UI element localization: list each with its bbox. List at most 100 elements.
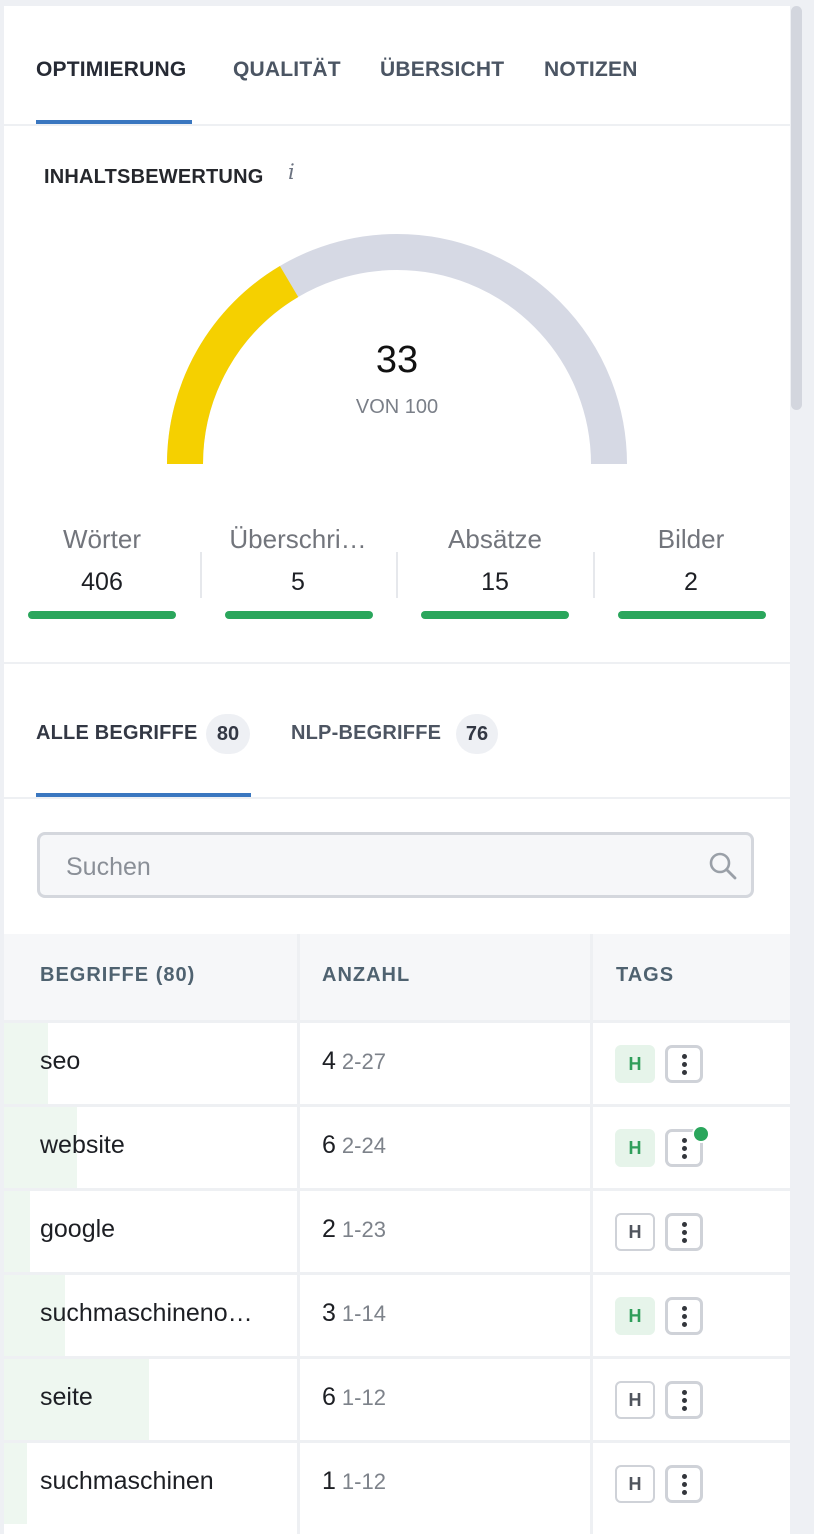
optimization-panel: OPTIMIERUNG QUALITÄT ÜBERSICHT NOTIZEN I… [4, 6, 790, 1534]
table-header: BEGRIFFE (80) ANZAHL TAGS [4, 934, 790, 1020]
term-target-range: 1-12 [341, 1385, 386, 1410]
more-dot [682, 1238, 687, 1243]
nlp-terms-count-badge: 76 [456, 714, 498, 754]
tab-qualitaet[interactable]: QUALITÄT [233, 58, 341, 82]
term-count-value: 3 [322, 1299, 336, 1327]
term-count: 6 1-12 [322, 1383, 386, 1412]
search-input[interactable] [64, 847, 668, 887]
term-target-range: 1-14 [341, 1301, 386, 1326]
term-progress-fill [4, 1443, 27, 1524]
stats-divider [4, 662, 790, 664]
more-dot [682, 1054, 687, 1059]
content-score-title: INHALTSBEWERTUNG [44, 166, 264, 188]
term-progress-fill [4, 1191, 30, 1272]
gauge-fill [167, 266, 299, 465]
scrollbar[interactable] [791, 6, 802, 410]
heading-tag[interactable]: H [615, 1465, 655, 1503]
term-label: website [40, 1131, 125, 1159]
more-dot [682, 1314, 687, 1319]
term-count: 1 1-12 [322, 1467, 386, 1496]
column-divider [297, 934, 300, 1534]
subtabs-divider [4, 797, 790, 799]
stat-label-paragraphs: Absätze [448, 524, 542, 554]
more-dot [682, 1322, 687, 1327]
column-divider [590, 934, 593, 1534]
term-label: seite [40, 1383, 93, 1411]
table-row[interactable]: google 2 1-23 H [4, 1188, 790, 1272]
table-row[interactable]: suchmaschinen 1 1-12 H [4, 1440, 790, 1524]
stat-value-words: 406 [81, 568, 123, 596]
stat-bar-headings [225, 611, 373, 619]
term-label: suchmaschineno… [40, 1299, 253, 1327]
table-row[interactable]: suchmaschineno… 3 1-14 H [4, 1272, 790, 1356]
more-dot [682, 1482, 687, 1487]
header-tags: TAGS [616, 964, 675, 986]
more-dot [682, 1138, 687, 1143]
stat-value-paragraphs: 15 [481, 568, 509, 596]
stat-label-headings: Überschri… [229, 524, 367, 554]
tab-optimierung[interactable]: OPTIMIERUNG [36, 58, 186, 82]
stat-value-images: 2 [684, 568, 698, 596]
tab-all-terms[interactable]: ALLE BEGRIFFE [36, 722, 198, 745]
header-terms[interactable]: BEGRIFFE (80) [40, 964, 195, 987]
more-options-icon[interactable] [665, 1045, 703, 1083]
term-count: 4 2-27 [322, 1047, 386, 1076]
term-label: google [40, 1215, 116, 1243]
term-target-range: 1-12 [341, 1469, 386, 1494]
stat-bar-words [28, 611, 176, 619]
more-dot [682, 1398, 687, 1403]
score-value: 33 [375, 339, 419, 381]
search-icon[interactable] [708, 851, 738, 881]
more-options-icon[interactable] [665, 1297, 703, 1335]
term-label: seo [40, 1047, 81, 1075]
stat-bar-paragraphs [421, 611, 569, 619]
term-count: 3 1-14 [322, 1299, 386, 1328]
term-target-range: 1-23 [341, 1217, 386, 1242]
header-count[interactable]: ANZAHL [322, 964, 410, 987]
term-count-value: 1 [322, 1467, 336, 1495]
more-dot [682, 1490, 687, 1495]
stat-value-headings: 5 [291, 568, 305, 596]
heading-tag[interactable]: H [615, 1297, 655, 1335]
tabs-divider [4, 124, 790, 126]
more-dot [682, 1390, 687, 1395]
heading-tag[interactable]: H [615, 1045, 655, 1083]
term-count-value: 4 [322, 1047, 336, 1075]
stat-divider [396, 552, 398, 598]
tab-nlp-terms[interactable]: NLP-BEGRIFFE [291, 722, 441, 745]
notification-dot [692, 1125, 710, 1143]
table-row[interactable]: seo 4 2-27 H [4, 1020, 790, 1104]
more-dot [682, 1070, 687, 1075]
more-options-icon[interactable] [665, 1381, 703, 1419]
more-options-icon[interactable] [665, 1465, 703, 1503]
more-dot [682, 1146, 687, 1151]
score-max-label: VON 100 [355, 396, 439, 418]
term-target-range: 2-27 [341, 1049, 386, 1074]
heading-tag[interactable]: H [615, 1129, 655, 1167]
stat-bar-images [618, 611, 766, 619]
term-label: suchmaschinen [40, 1467, 214, 1495]
table-row[interactable]: website 6 2-24 H [4, 1104, 790, 1188]
stat-label-words: Wörter [63, 524, 141, 554]
info-icon[interactable]: i [288, 160, 295, 184]
more-options-icon[interactable] [665, 1213, 703, 1251]
more-dot [682, 1222, 687, 1227]
heading-tag[interactable]: H [615, 1213, 655, 1251]
term-target-range: 2-24 [341, 1133, 386, 1158]
heading-tag[interactable]: H [615, 1381, 655, 1419]
stat-divider [200, 552, 202, 598]
term-count-value: 2 [322, 1215, 336, 1243]
tab-uebersicht[interactable]: ÜBERSICHT [380, 58, 504, 82]
search-box [37, 832, 754, 898]
term-count: 2 1-23 [322, 1215, 386, 1244]
more-dot [682, 1154, 687, 1159]
more-dot [682, 1062, 687, 1067]
stat-label-images: Bilder [657, 524, 725, 554]
term-count: 6 2-24 [322, 1131, 386, 1160]
more-dot [682, 1406, 687, 1411]
table-row[interactable]: seite 6 1-12 H [4, 1356, 790, 1440]
more-dot [682, 1306, 687, 1311]
more-dot [682, 1230, 687, 1235]
tab-notizen[interactable]: NOTIZEN [544, 58, 638, 82]
stat-divider [593, 552, 595, 598]
